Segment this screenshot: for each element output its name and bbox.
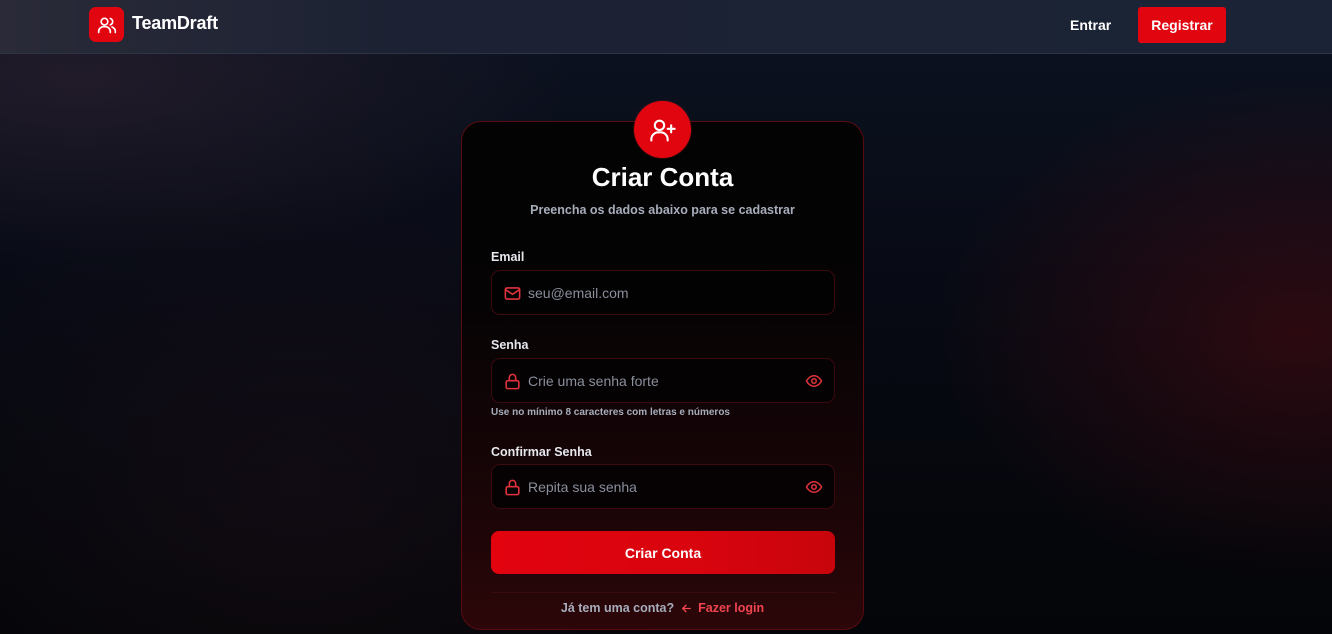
login-prompt: Já tem uma conta? Fazer login: [461, 601, 864, 615]
page-title: Criar Conta: [591, 162, 734, 192]
arrow-left-icon: [682, 604, 692, 612]
password-label: Senha: [491, 338, 529, 352]
show-password-eye-icon[interactable]: [804, 371, 824, 391]
login-question: Já tem uma conta?: [560, 601, 675, 615]
password-input[interactable]: [528, 359, 798, 402]
brand-name[interactable]: TeamDraft: [132, 13, 218, 34]
divider: [491, 592, 835, 593]
users-icon: [97, 17, 116, 33]
confirm-password-field[interactable]: [491, 464, 835, 509]
register-nav-button[interactable]: Registrar: [1138, 7, 1226, 43]
page-subtitle: Preencha os dados abaixo para se cadastr…: [530, 203, 795, 217]
login-nav-link[interactable]: Entrar: [1070, 17, 1111, 33]
show-confirm-password-eye-icon[interactable]: [804, 477, 824, 497]
user-plus-icon: [649, 119, 676, 142]
password-hint: Use no mínimo 8 caracteres com letras e …: [491, 407, 730, 418]
mail-icon: [502, 283, 522, 303]
lock-icon: [502, 477, 522, 497]
card-avatar: [634, 101, 691, 158]
confirm-password-input[interactable]: [528, 465, 798, 508]
email-label: Email: [491, 250, 525, 264]
login-link[interactable]: Fazer login: [680, 601, 764, 615]
email-input[interactable]: [528, 271, 798, 314]
email-field[interactable]: [491, 270, 835, 315]
password-field[interactable]: [491, 358, 835, 403]
lock-icon: [502, 371, 522, 391]
navbar: TeamDraft Entrar Registrar: [0, 0, 1332, 54]
login-link-label[interactable]: Fazer login: [698, 601, 764, 615]
confirm-password-label: Confirmar Senha: [491, 445, 592, 459]
logo[interactable]: [89, 7, 124, 42]
create-account-button[interactable]: Criar Conta: [491, 531, 835, 574]
